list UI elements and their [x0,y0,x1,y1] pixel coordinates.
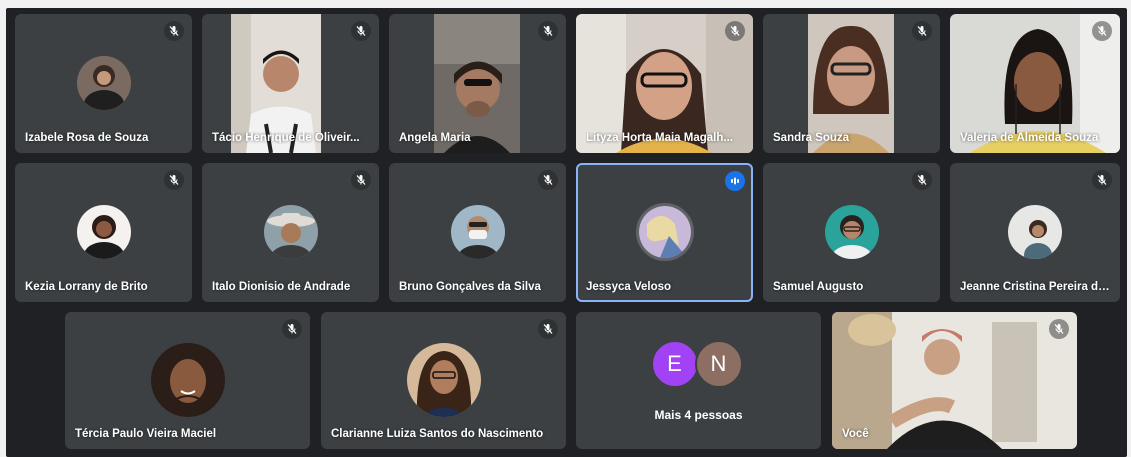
audio-level-icon [725,171,745,191]
participant-tile-tercia[interactable]: Tércia Paulo Vieira Maciel [65,312,310,449]
participant-name: Tácio Henrique de Oliveir... [212,132,360,144]
mic-off-icon [1092,170,1112,190]
participant-tile-kezia[interactable]: Kezia Lorrany de Brito [15,163,192,302]
avatar [1008,205,1062,259]
participant-name: Você [842,428,869,440]
participant-name: Clarianne Luiza Santos do Nascimento [331,428,544,440]
mic-off-icon [282,319,302,339]
mic-off-icon [164,170,184,190]
avatar [76,56,131,110]
more-avatars: E N [650,340,747,388]
participant-name: Tércia Paulo Vieira Maciel [75,428,217,440]
mic-off-icon [351,21,371,41]
avatar [824,205,879,259]
avatar [263,205,318,259]
mic-off-icon [351,170,371,190]
participant-tile-jessyca[interactable]: Jessyca Veloso [576,163,753,302]
mic-off-icon [1092,21,1112,41]
participant-tile-lityza[interactable]: Lityza Horta Maia Magalh... [576,14,753,153]
participant-tile-sandra[interactable]: Sandra Souza [763,14,940,153]
participant-name: Kezia Lorrany de Brito [25,281,148,293]
participant-name: Valeria de Almeida Souza [960,132,1099,144]
participant-tile-voce[interactable]: Você [832,312,1077,449]
mic-off-icon [164,21,184,41]
participant-name: Sandra Souza [773,132,850,144]
initial-avatar-e: E [650,340,699,388]
avatar [406,343,481,417]
participant-tile-jeanne[interactable]: Jeanne Cristina Pereira do... [950,163,1120,302]
mic-off-icon [912,21,932,41]
participant-name: Lityza Horta Maia Magalh... [586,132,733,144]
participant-name: Italo Dionisio de Andrade [212,281,351,293]
participant-name: Samuel Augusto [773,281,864,293]
participant-tile-clarianne[interactable]: Clarianne Luiza Santos do Nascimento [321,312,566,449]
more-participants-label: Mais 4 pessoas [654,408,743,422]
mic-off-icon [538,170,558,190]
avatar [76,205,131,259]
participant-name: Angela Maria [399,132,471,144]
avatar [150,343,225,417]
more-participants-tile[interactable]: E N Mais 4 pessoas [576,312,821,449]
participant-tile-samuel[interactable]: Samuel Augusto [763,163,940,302]
participant-tile-bruno[interactable]: Bruno Gonçalves da Silva [389,163,566,302]
participant-tile-angela[interactable]: Angela Maria [389,14,566,153]
participant-tile-izabele[interactable]: Izabele Rosa de Souza [15,14,192,153]
avatar [635,203,694,261]
participant-tile-italo[interactable]: Italo Dionisio de Andrade [202,163,379,302]
mic-off-icon [912,170,932,190]
initial-avatar-n: N [694,340,743,388]
participant-name: Bruno Gonçalves da Silva [399,281,541,293]
mic-off-icon [538,21,558,41]
participant-name: Jessyca Veloso [586,281,672,293]
participant-tile-tacio[interactable]: Tácio Henrique de Oliveir... [202,14,379,153]
participant-tile-valeria[interactable]: Valeria de Almeida Souza [950,14,1120,153]
mic-off-icon [538,319,558,339]
participant-name: Jeanne Cristina Pereira do... [960,281,1110,293]
participant-name: Izabele Rosa de Souza [25,132,149,144]
avatar [450,205,505,259]
mic-off-icon [1049,319,1069,339]
mic-off-icon [725,21,745,41]
meeting-grid: Izabele Rosa de Souza Tácio Henrique de … [6,8,1127,457]
